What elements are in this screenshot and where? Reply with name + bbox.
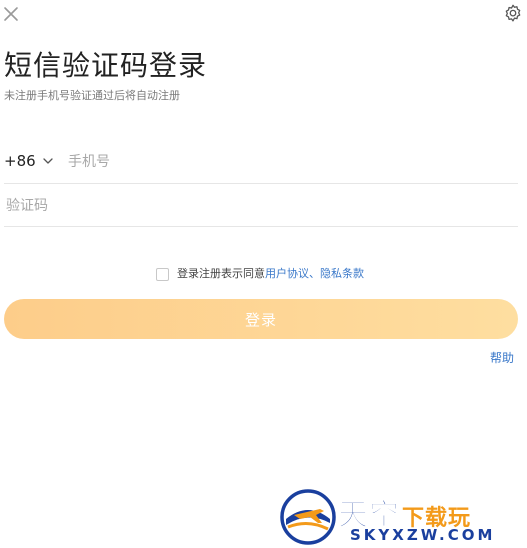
watermark-logo: 天空 下载玩 SKYXZW.COM [280,488,525,546]
help-link[interactable]: 帮助 [490,349,514,366]
page-title: 短信验证码登录 [4,49,208,82]
gear-icon [505,4,521,22]
phone-row: +86 [4,141,518,184]
agreement-text: 登录注册表示同意 [177,267,265,280]
watermark-site: SKYXZW.COM [350,526,496,544]
airplane-globe-icon [280,489,336,545]
chevron-down-icon [43,158,53,164]
page-subtitle: 未注册手机号验证通过后将自动注册 [4,89,180,102]
country-code-selector[interactable]: +86 [4,151,54,171]
phone-input[interactable] [66,147,510,177]
verification-code-input[interactable] [4,191,508,221]
code-row [4,184,518,227]
login-button[interactable]: 登录 [4,299,518,339]
close-button[interactable] [1,4,21,24]
user-agreement-link[interactable]: 用户协议 [265,266,309,282]
agreement-row: 登录注册表示同意 用户协议 、 隐私条款 [156,266,364,282]
settings-button[interactable] [502,3,524,25]
country-code-label: +86 [4,152,36,170]
agreement-checkbox[interactable] [156,267,169,281]
agreement-separator: 、 [309,267,320,280]
privacy-policy-link[interactable]: 隐私条款 [320,266,364,282]
close-icon [4,7,18,21]
